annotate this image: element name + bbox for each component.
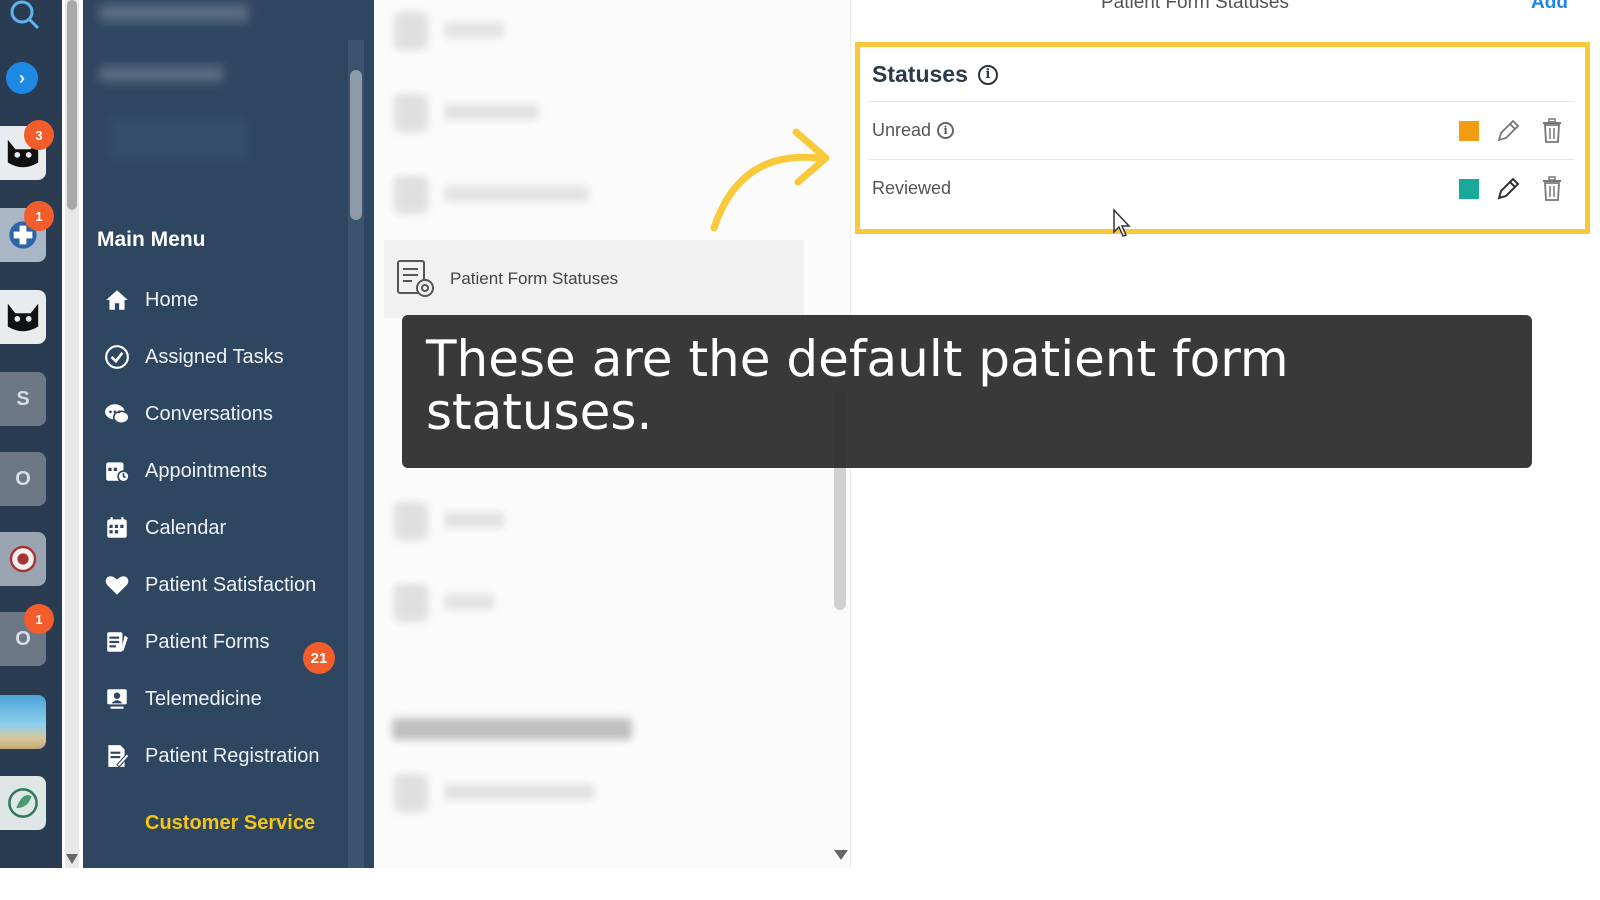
list-item[interactable]	[384, 562, 804, 644]
scroll-down-arrow-icon[interactable]	[66, 854, 78, 864]
forms-icon	[101, 626, 133, 658]
menu-item-telemedicine[interactable]: Telemedicine	[101, 679, 341, 719]
list-item[interactable]	[384, 752, 804, 834]
account-tile-cat-2[interactable]	[0, 290, 46, 344]
status-name: Reviewed	[872, 178, 952, 198]
form-settings-icon	[394, 257, 438, 301]
customer-service-link[interactable]: Customer Service	[145, 812, 315, 835]
menu-item-label: Patient Satisfaction	[145, 573, 317, 596]
appointment-calendar-icon	[101, 455, 133, 487]
mouse-cursor-icon	[1113, 208, 1131, 237]
status-row-reviewed: Reviewed	[868, 159, 1574, 217]
main-menu-title: Main Menu	[97, 228, 206, 251]
annotation-arrow-icon	[710, 128, 830, 232]
scroll-down-arrow-icon[interactable]	[834, 850, 848, 860]
sidebar-scrollbar[interactable]	[348, 40, 364, 870]
add-status-button[interactable]: Add	[1531, 0, 1568, 14]
statuses-highlight-box: Statuses i Unread i Reviewed	[855, 42, 1590, 234]
account-badge: 1	[24, 201, 54, 231]
seal-logo-icon	[9, 545, 37, 573]
calendar-icon	[101, 512, 133, 544]
account-tile-beach-photo[interactable]	[0, 695, 46, 749]
heart-icon	[101, 569, 133, 601]
scrollbar-thumb[interactable]	[67, 0, 77, 210]
menu-item-label: Patient Registration	[145, 744, 320, 767]
settings-item-patient-form-statuses[interactable]: Patient Form Statuses	[384, 240, 804, 318]
list-item[interactable]	[384, 0, 804, 72]
menu-item-calendar[interactable]: Calendar	[101, 508, 341, 548]
account-strip: › 3 1 S O O 1	[0, 0, 62, 870]
statuses-heading: Statuses i	[872, 61, 998, 88]
panel-title: Patient Form Statuses	[1101, 0, 1289, 13]
registration-icon	[101, 740, 133, 772]
caption-text: These are the default patient form statu…	[426, 330, 1289, 441]
status-color-swatch	[1459, 120, 1479, 141]
status-color-swatch	[1459, 178, 1479, 199]
account-strip-scrollbar[interactable]	[65, 0, 79, 870]
telemedicine-icon	[101, 683, 133, 715]
menu-item-appointments[interactable]: Appointments	[101, 451, 341, 491]
info-icon[interactable]: i	[937, 122, 955, 139]
check-circle-icon	[101, 341, 133, 373]
list-item[interactable]	[384, 480, 804, 562]
main-sidebar: Main Menu Home Assigned Tasks Conversati…	[83, 0, 374, 870]
account-badge: 3	[24, 120, 54, 150]
menu-item-label: Assigned Tasks	[145, 345, 284, 368]
bottom-margin	[0, 868, 1600, 900]
menu-item-patient-satisfaction[interactable]: Patient Satisfaction	[101, 565, 341, 605]
account-badge: 1	[24, 604, 54, 634]
menu-item-conversations[interactable]: Conversations	[101, 394, 341, 434]
menu-item-assigned-tasks[interactable]: Assigned Tasks	[101, 337, 341, 377]
menu-item-patient-registration[interactable]: Patient Registration	[101, 736, 341, 776]
menu-item-label: Telemedicine	[145, 687, 262, 710]
cat-logo-icon	[7, 303, 39, 332]
menu-item-label: Conversations	[145, 402, 273, 425]
menu-item-label: Home	[145, 288, 199, 311]
menu-item-label: Calendar	[145, 516, 227, 539]
account-tile-seal[interactable]	[0, 532, 46, 586]
status-row-unread: Unread i	[868, 101, 1574, 159]
settings-item-label: Patient Form Statuses	[450, 269, 619, 288]
patient-forms-count-badge: 21	[303, 642, 335, 674]
app-window: › 3 1 S O O 1 Main Menu Home Assigned Ta…	[0, 0, 1600, 900]
blurred-org-header	[95, 0, 335, 170]
info-icon[interactable]: i	[977, 64, 998, 85]
edit-pencil-icon[interactable]	[1495, 176, 1521, 202]
account-tile-o[interactable]: O	[0, 452, 46, 506]
menu-item-home[interactable]: Home	[101, 280, 341, 320]
menu-item-label: Patient Forms	[145, 630, 270, 653]
chat-bubbles-icon	[101, 398, 133, 430]
edit-pencil-icon[interactable]	[1495, 118, 1521, 144]
expand-sidebar-button[interactable]: ›	[6, 62, 38, 94]
home-icon	[101, 284, 133, 316]
menu-item-label: Appointments	[145, 459, 268, 482]
leaf-logo-icon	[8, 788, 38, 818]
account-tile-s[interactable]: S	[0, 372, 46, 426]
account-tile-leaf[interactable]	[0, 776, 46, 830]
scrollbar-thumb[interactable]	[350, 70, 362, 220]
delete-trash-icon[interactable]	[1540, 175, 1564, 202]
search-chat-icon[interactable]	[4, 0, 44, 30]
blurred-section-heading	[392, 718, 632, 740]
delete-trash-icon[interactable]	[1540, 117, 1564, 144]
statuses-title: Statuses	[872, 61, 968, 87]
tutorial-caption: These are the default patient form statu…	[402, 315, 1532, 468]
status-name-text: Unread	[872, 120, 932, 140]
status-name: Unread i	[872, 120, 955, 141]
